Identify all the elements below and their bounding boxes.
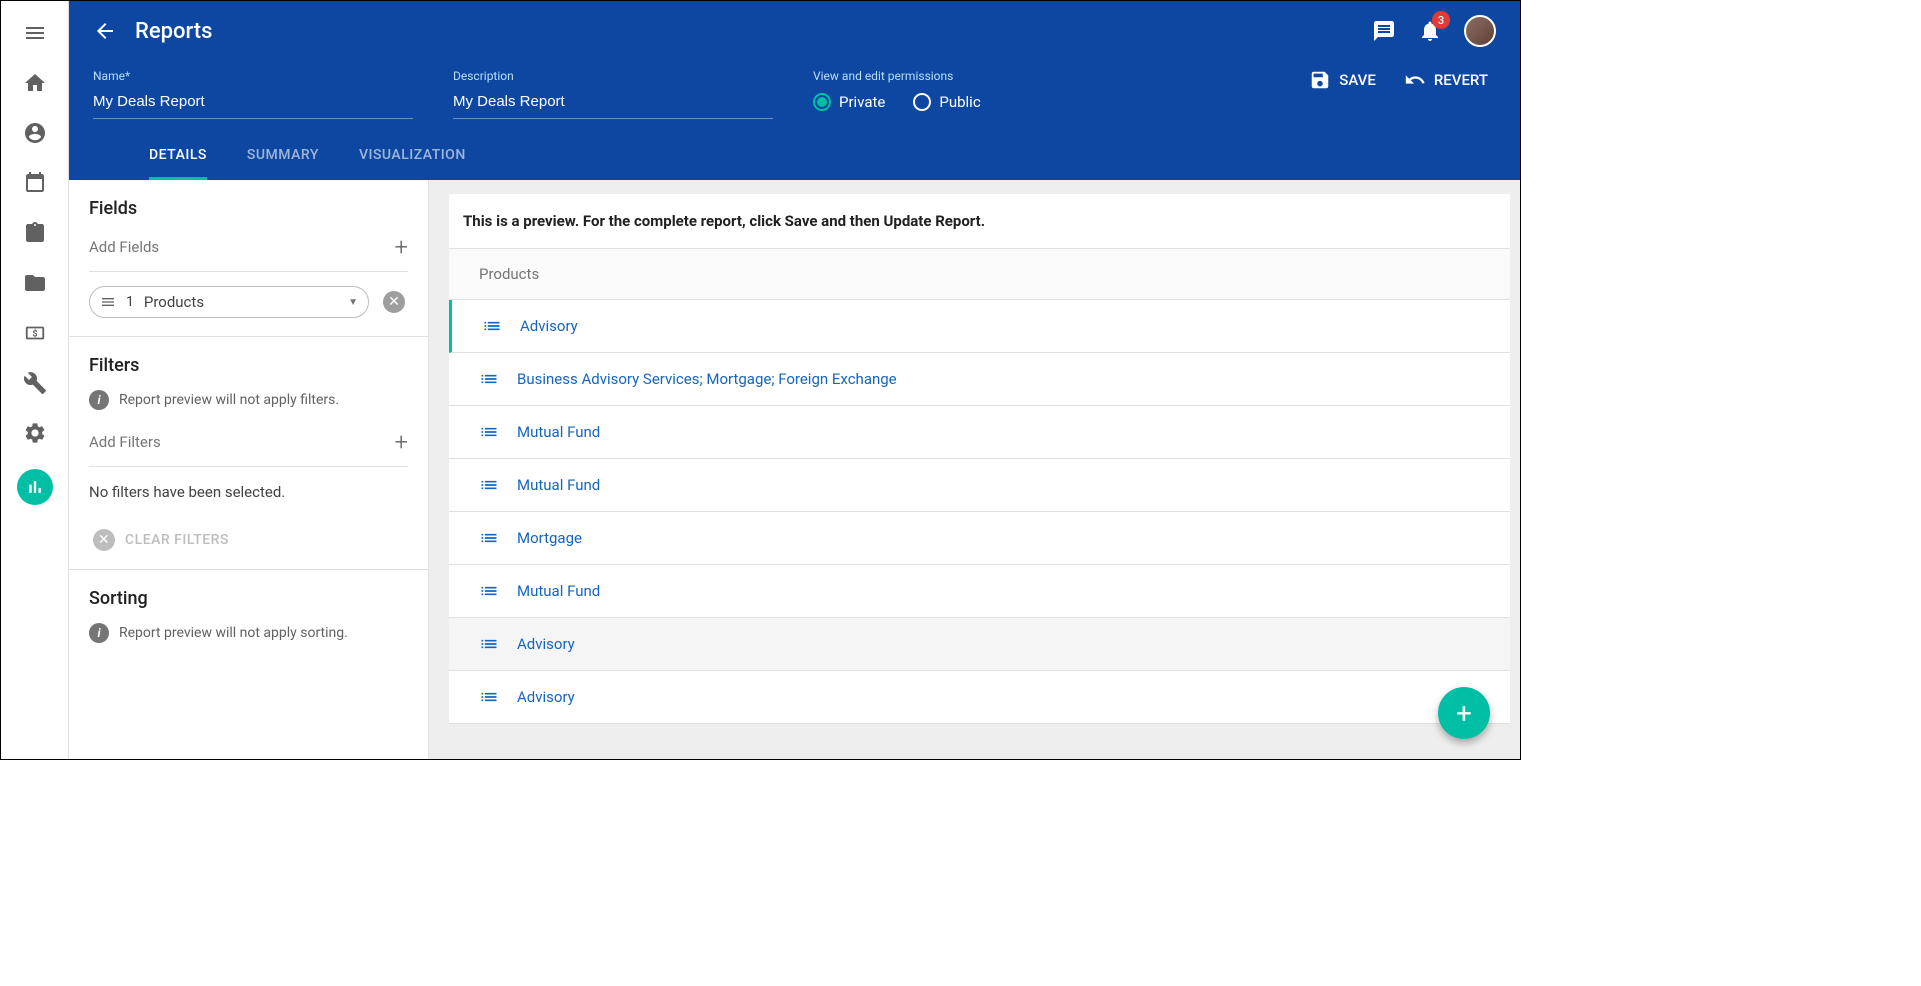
folder-icon[interactable]: [21, 269, 49, 297]
add-fields-button[interactable]: Add Fields +: [89, 233, 408, 272]
table-row[interactable]: Advisory: [449, 618, 1510, 671]
list-icon: [479, 528, 499, 548]
avatar[interactable]: [1464, 15, 1496, 47]
menu-icon[interactable]: [21, 19, 49, 47]
wrench-icon[interactable]: [21, 369, 49, 397]
add-filters-button[interactable]: Add Filters +: [89, 428, 408, 467]
row-label: Advisory: [517, 635, 575, 653]
row-label: Mutual Fund: [517, 476, 600, 494]
save-icon: [1309, 69, 1331, 91]
field-chip[interactable]: 1 Products ▼: [89, 286, 369, 318]
chip-number: 1: [126, 294, 134, 310]
table-column-header: Products: [449, 249, 1510, 300]
bell-icon[interactable]: 3: [1418, 19, 1442, 43]
nav-rail: $: [1, 1, 69, 759]
config-sidebar: Fields Add Fields + 1 Products ▼: [69, 180, 429, 759]
radio-private-label: Private: [839, 93, 885, 111]
remove-field-button[interactable]: ✕: [383, 291, 405, 313]
sorting-title: Sorting: [89, 588, 408, 609]
sorting-info: Report preview will not apply sorting.: [119, 625, 348, 641]
row-label: Business Advisory Services; Mortgage; Fo…: [517, 370, 897, 388]
close-icon: ✕: [93, 529, 115, 551]
name-input[interactable]: [93, 89, 413, 119]
person-icon[interactable]: [21, 119, 49, 147]
save-button[interactable]: SAVE: [1309, 69, 1376, 91]
table-row[interactable]: Mortgage: [449, 512, 1510, 565]
money-icon[interactable]: $: [21, 319, 49, 347]
gear-icon[interactable]: [21, 419, 49, 447]
fab-add-button[interactable]: +: [1438, 687, 1490, 739]
info-icon: i: [89, 623, 109, 643]
row-label: Mutual Fund: [517, 582, 600, 600]
description-input[interactable]: [453, 89, 773, 119]
radio-public-label: Public: [939, 93, 980, 111]
list-icon: [479, 422, 499, 442]
clipboard-icon[interactable]: [21, 219, 49, 247]
revert-icon: [1404, 69, 1426, 91]
chevron-down-icon: ▼: [348, 297, 358, 308]
filters-title: Filters: [89, 355, 408, 376]
list-icon: [479, 581, 499, 601]
tab-summary[interactable]: SUMMARY: [247, 147, 319, 180]
clear-filters-label: CLEAR FILTERS: [125, 532, 229, 548]
header: Reports 3 Name*: [69, 1, 1520, 180]
description-label: Description: [453, 69, 773, 83]
save-label: SAVE: [1339, 71, 1376, 89]
list-icon: [479, 687, 499, 707]
preview-panel: This is a preview. For the complete repo…: [429, 180, 1520, 759]
back-button[interactable]: [93, 19, 117, 43]
radio-unchecked-icon: [913, 93, 931, 111]
table-row[interactable]: Advisory: [449, 300, 1510, 353]
info-icon: i: [89, 390, 109, 410]
table-row[interactable]: Advisory: [449, 671, 1510, 724]
permissions-label: View and edit permissions: [813, 69, 981, 83]
no-filters-text: No filters have been selected.: [89, 483, 408, 501]
row-label: Advisory: [517, 688, 575, 706]
radio-private[interactable]: Private: [813, 93, 885, 111]
table-row[interactable]: Business Advisory Services; Mortgage; Fo…: [449, 353, 1510, 406]
table-row[interactable]: Mutual Fund: [449, 565, 1510, 618]
drag-icon: [100, 294, 116, 310]
list-icon: [479, 634, 499, 654]
chat-icon[interactable]: [1372, 19, 1396, 43]
add-fields-label: Add Fields: [89, 238, 159, 256]
preview-message: This is a preview. For the complete repo…: [449, 194, 1510, 249]
home-icon[interactable]: [21, 69, 49, 97]
chip-label: Products: [144, 293, 338, 311]
add-filters-label: Add Filters: [89, 433, 161, 451]
list-icon: [479, 475, 499, 495]
name-label: Name*: [93, 69, 413, 83]
list-icon: [482, 316, 502, 336]
row-label: Advisory: [520, 317, 578, 335]
row-label: Mutual Fund: [517, 423, 600, 441]
plus-icon: +: [394, 233, 408, 261]
tab-visualization[interactable]: VISUALIZATION: [359, 147, 466, 180]
table-row[interactable]: Mutual Fund: [449, 459, 1510, 512]
filters-info: Report preview will not apply filters.: [119, 392, 339, 408]
tab-details[interactable]: DETAILS: [149, 147, 207, 180]
clear-filters-button[interactable]: ✕ CLEAR FILTERS: [89, 529, 408, 551]
plus-icon: +: [394, 428, 408, 456]
radio-checked-icon: [813, 93, 831, 111]
table-row[interactable]: Mutual Fund: [449, 406, 1510, 459]
revert-button[interactable]: REVERT: [1404, 69, 1488, 91]
row-label: Mortgage: [517, 529, 582, 547]
list-icon: [479, 369, 499, 389]
revert-label: REVERT: [1434, 71, 1488, 89]
svg-text:$: $: [32, 329, 37, 340]
page-title: Reports: [135, 19, 212, 44]
calendar-icon[interactable]: [21, 169, 49, 197]
reports-icon[interactable]: [17, 469, 53, 505]
fields-title: Fields: [89, 198, 408, 219]
radio-public[interactable]: Public: [913, 93, 980, 111]
notification-badge: 3: [1432, 11, 1450, 29]
